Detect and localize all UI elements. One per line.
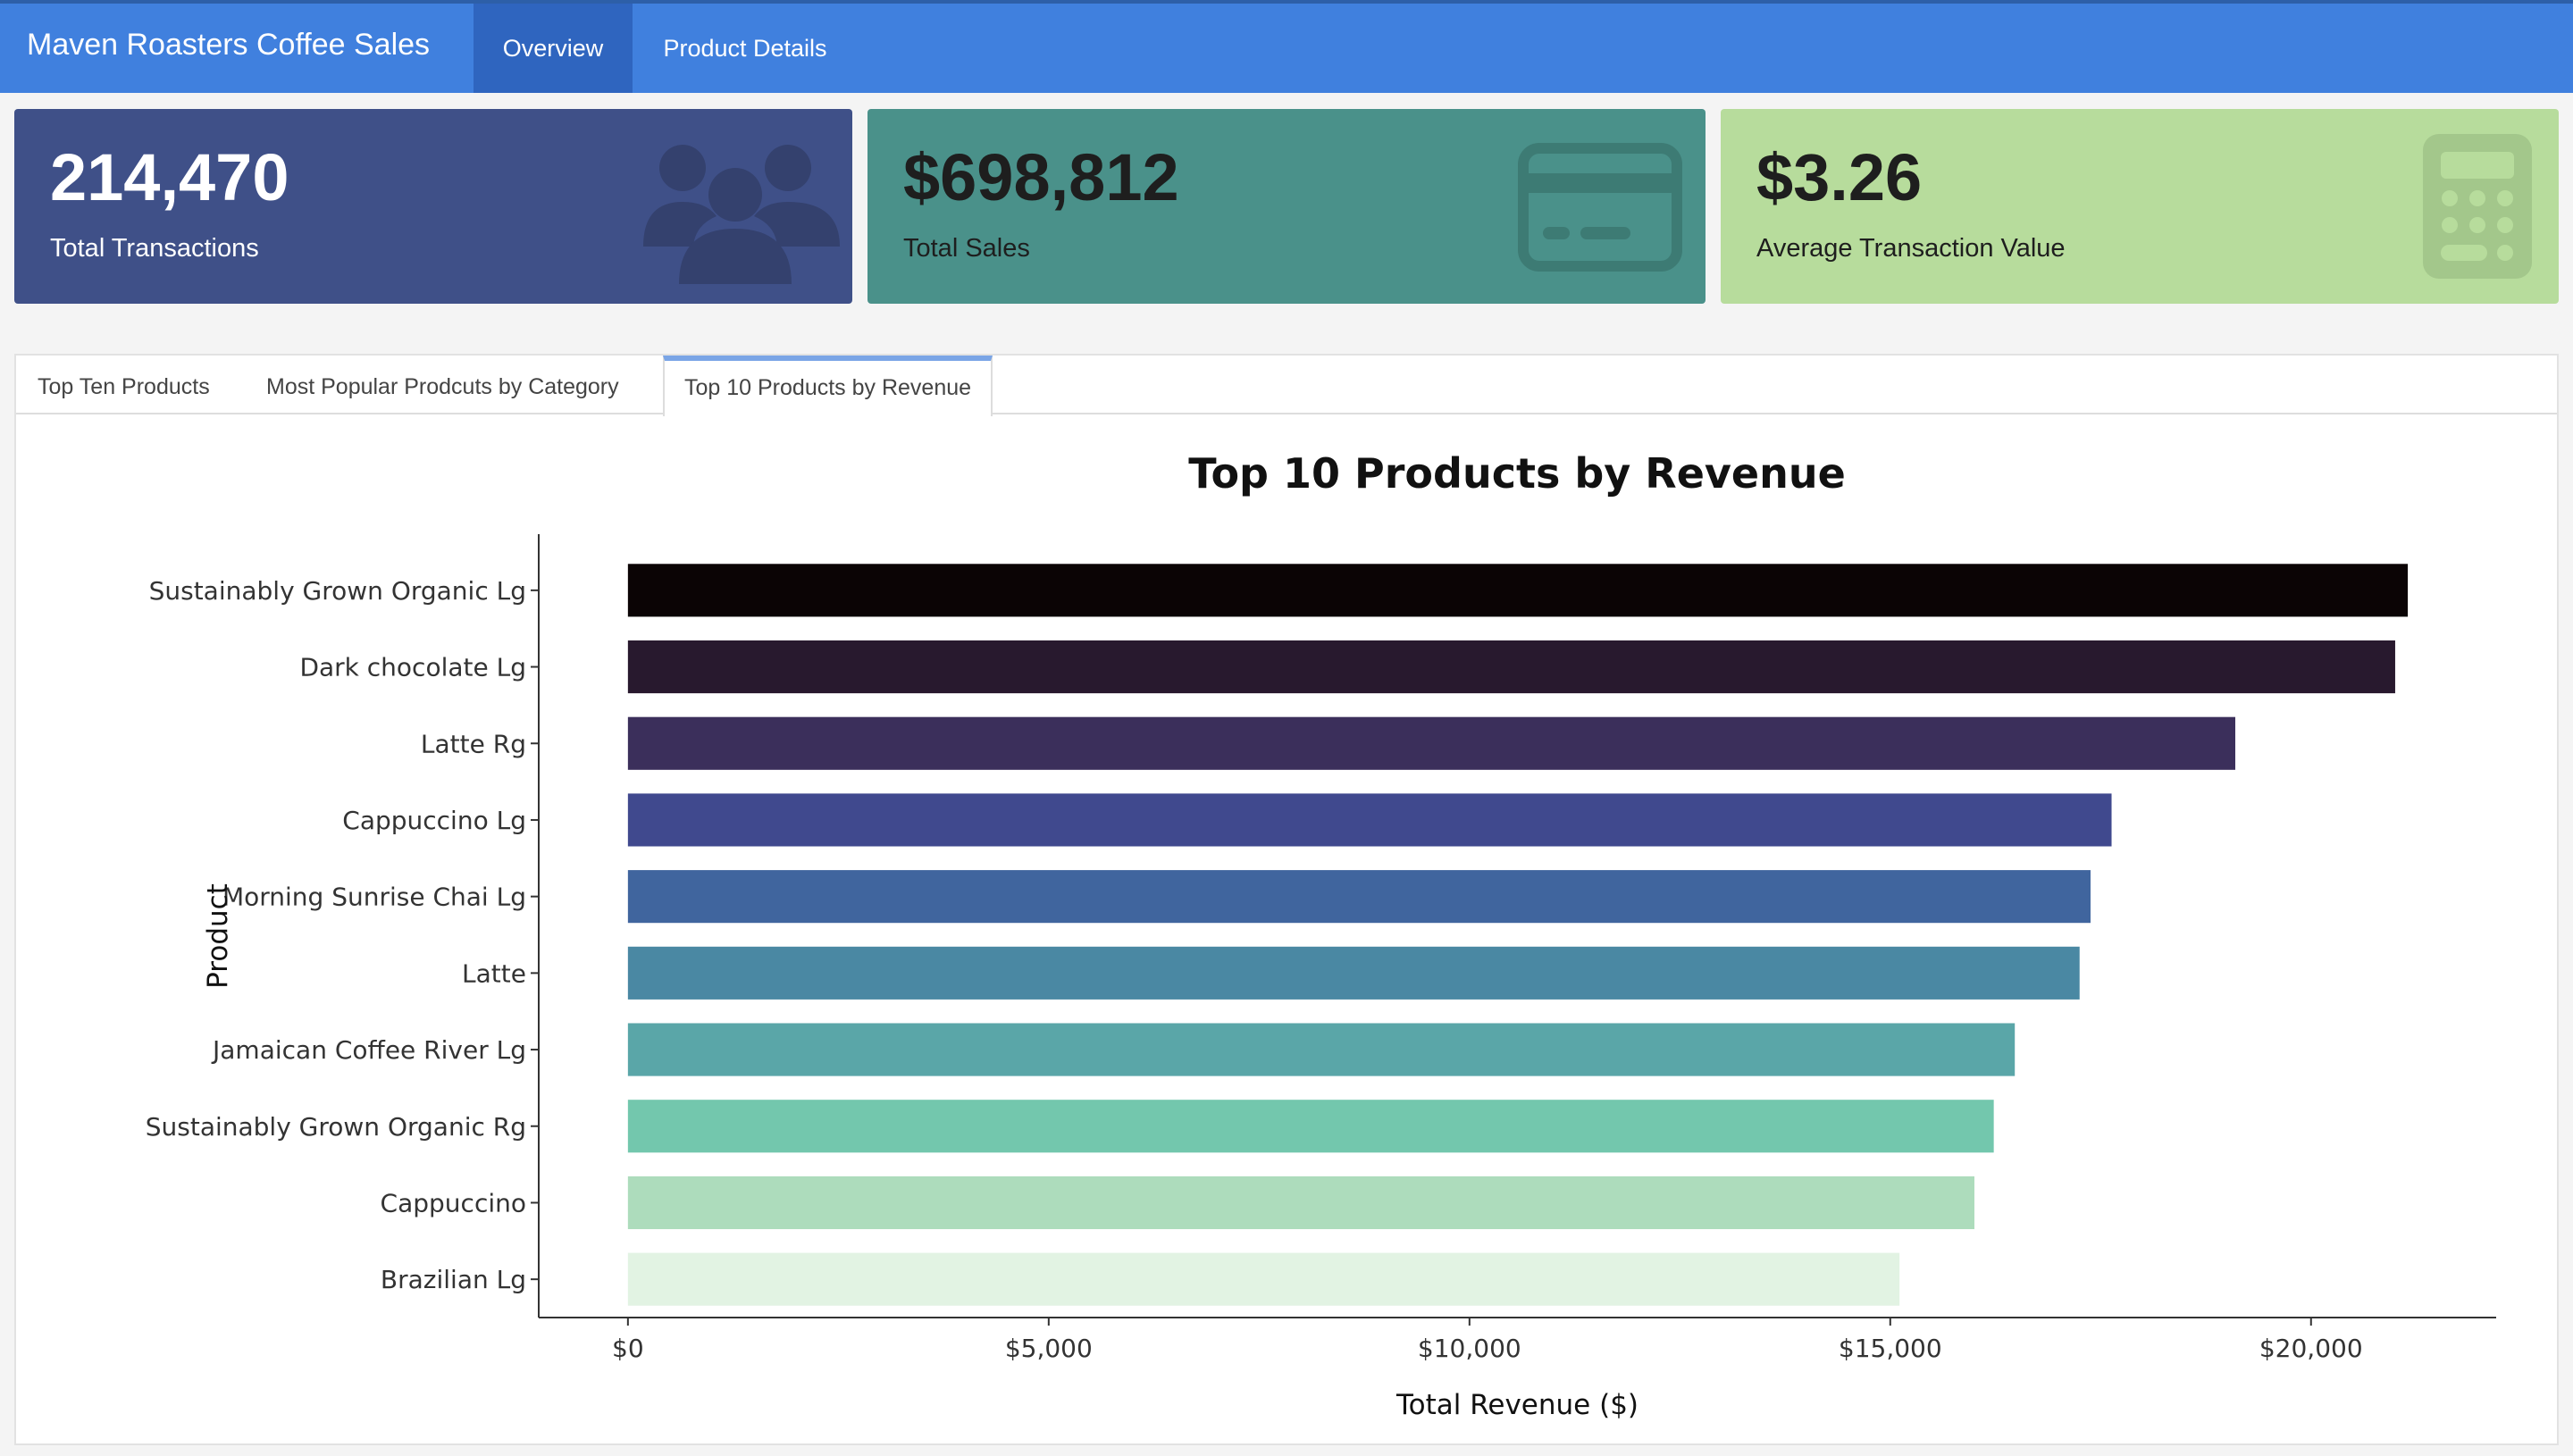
total-sales-value: $698,812 — [903, 140, 1179, 214]
users-icon — [643, 145, 840, 284]
bar — [627, 716, 2235, 770]
x-axis-label: Total Revenue ($) — [1395, 1389, 1639, 1421]
value-box-total-transactions: 214,470 Total Transactions — [14, 109, 852, 304]
total-sales-label: Total Sales — [903, 234, 1030, 263]
nav-tab-product-details[interactable]: Product Details — [638, 4, 852, 93]
chart-panel: Top Ten Products Most Popular Prodcuts b… — [14, 354, 2559, 1445]
average-transaction-value: $3.26 — [1756, 140, 1923, 214]
nav-tab-overview[interactable]: Overview — [474, 4, 633, 93]
y-axis-label: Product — [202, 883, 234, 989]
bar — [627, 1176, 1974, 1230]
x-tick-label: $15,000 — [1839, 1334, 1942, 1363]
y-tick-label: Sustainably Grown Organic Lg — [149, 576, 526, 606]
bar — [627, 564, 2409, 617]
bar — [627, 870, 2091, 924]
y-tick-label: Dark chocolate Lg — [299, 653, 526, 682]
y-tick-label: Sustainably Grown Organic Rg — [146, 1112, 526, 1142]
average-transaction-label: Average Transaction Value — [1756, 234, 2066, 263]
total-transactions-value: 214,470 — [50, 140, 289, 214]
x-tick-label: $5,000 — [1005, 1334, 1093, 1363]
value-box-average-transaction-value: $3.26 Average Transaction Value — [1721, 109, 2559, 304]
x-tick-label: $0 — [612, 1334, 644, 1363]
x-tick-label: $10,000 — [1418, 1334, 1521, 1363]
credit-card-icon — [1518, 143, 1682, 272]
y-tick-label: Cappuccino Lg — [342, 806, 526, 835]
calculator-icon — [2423, 134, 2532, 279]
value-box-total-sales: $698,812 Total Sales — [867, 109, 1706, 304]
bar — [627, 946, 2080, 1000]
y-tick-label: Jamaican Coffee River Lg — [211, 1035, 526, 1065]
y-tick-label: Latte Rg — [421, 729, 526, 758]
bar — [627, 1023, 2016, 1076]
bar — [627, 1100, 1994, 1153]
y-tick-label: Morning Sunrise Chai Lg — [222, 883, 526, 912]
y-tick-label: Cappuccino — [381, 1188, 526, 1218]
bar — [627, 1252, 1900, 1306]
revenue-bar-chart: Top 10 Products by Revenue Sustainably Gr… — [146, 449, 2496, 1421]
total-transactions-label: Total Transactions — [50, 234, 259, 263]
app-title: Maven Roasters Coffee Sales — [27, 28, 431, 62]
bar — [627, 793, 2112, 847]
top-navbar: Maven Roasters Coffee Sales Overview Pro… — [0, 0, 2573, 93]
y-tick-label: Latte — [462, 958, 526, 988]
bar — [627, 640, 2395, 694]
x-tick-label: $20,000 — [2259, 1334, 2363, 1363]
chart-title: Top 10 Products by Revenue — [1188, 449, 1846, 498]
y-tick-label: Brazilian Lg — [381, 1265, 526, 1294]
